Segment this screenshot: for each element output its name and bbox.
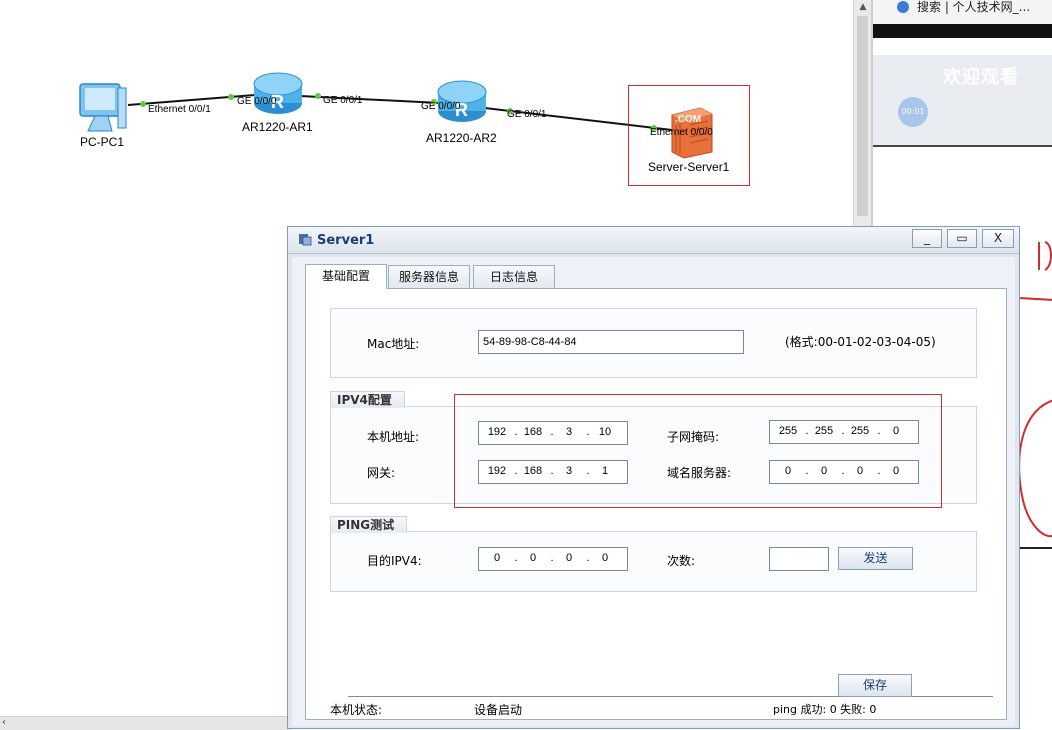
ip-octet: 0: [565, 552, 573, 564]
router-icon: R: [253, 72, 303, 114]
ip-octet: 0: [601, 552, 609, 564]
dialog-title: Server1: [317, 233, 375, 248]
device-label-ar1[interactable]: AR1220-AR1: [242, 120, 313, 134]
port-label-ar1-left: GE 0/0/0: [237, 96, 277, 107]
browser-tab-title: 搜索 | 个人技术网_...: [917, 0, 1031, 14]
close-button[interactable]: X: [982, 229, 1014, 248]
pc-monitor-icon: [79, 83, 127, 132]
status-label: 本机状态:: [330, 703, 383, 717]
device-label-ar2[interactable]: AR1220-AR2: [426, 131, 497, 145]
video-time-badge: 00:01: [898, 97, 928, 127]
ipv4-highlight-box: [454, 394, 942, 508]
link-dot: [228, 94, 234, 100]
link-dot: [140, 101, 146, 107]
tab-basic-config[interactable]: 基础配置: [305, 264, 387, 289]
dialog-titlebar[interactable]: Server1 _ ▭ X: [288, 227, 1019, 254]
vertical-scrollbar[interactable]: ▲: [853, 0, 872, 230]
ping-count-field[interactable]: [769, 547, 829, 571]
port-label-ar1-right: GE 0/0/1: [323, 95, 363, 106]
ping-legend: PING测试: [330, 516, 408, 533]
port-label-pc: Ethernet 0/0/1: [148, 104, 211, 115]
tab-log-info[interactable]: 日志信息: [473, 265, 555, 288]
port-label-ar2-right: GE 0/0/1: [507, 109, 547, 120]
horizontal-scrollbar[interactable]: ‹: [0, 716, 292, 730]
mac-label: Mac地址:: [367, 337, 420, 351]
video-panel[interactable]: 欢迎观看 00:01: [873, 55, 1052, 145]
ipv4-legend: IPV4配置: [330, 391, 405, 408]
link-dot: [315, 93, 321, 99]
mac-format-hint: (格式:00-01-02-03-04-05): [785, 335, 936, 349]
scroll-left-icon[interactable]: ‹: [2, 717, 6, 729]
gateway-label: 网关:: [367, 466, 396, 480]
scroll-thumb[interactable]: [857, 16, 868, 216]
ping-result: ping 成功: 0 失败: 0: [773, 703, 877, 716]
config-app-icon: [299, 234, 312, 246]
ip-octet: 0: [493, 552, 501, 564]
scroll-up-icon[interactable]: ▲: [854, 0, 872, 14]
ip-octet: 0: [529, 552, 537, 564]
ping-dest-label: 目的IPV4:: [367, 554, 422, 568]
local-ip-label: 本机地址:: [367, 430, 420, 444]
ping-dest-field[interactable]: 0 . 0 . 0 . 0: [478, 547, 628, 571]
port-label-ar2-left: GE 0/0/0: [421, 101, 461, 112]
status-value: 设备启动: [474, 703, 523, 717]
minimize-button[interactable]: _: [912, 229, 942, 248]
send-ping-button[interactable]: 发送: [838, 547, 913, 570]
device-label-pc[interactable]: PC-PC1: [80, 135, 124, 149]
video-divider: [873, 145, 1052, 147]
browser-toolbar: [873, 24, 1052, 38]
video-title: 欢迎观看: [943, 67, 1019, 88]
server-highlight-box: [628, 85, 750, 186]
mac-group: Mac地址: 54-89-98-C8-44-84 (格式:00-01-02-03…: [330, 308, 977, 378]
link-ar1-ar2: [299, 95, 441, 104]
maximize-button[interactable]: ▭: [947, 229, 977, 248]
browser-favicon-icon: [897, 1, 909, 13]
save-button[interactable]: 保存: [838, 674, 912, 697]
browser-tab[interactable]: 搜索 | 个人技术网_...: [873, 0, 1052, 24]
ping-group: PING测试 目的IPV4: 0 . 0 . 0 . 0 次数: 发送: [330, 516, 977, 592]
ping-count-label: 次数:: [667, 554, 696, 568]
tab-server-info[interactable]: 服务器信息: [388, 265, 470, 288]
mac-field[interactable]: 54-89-98-C8-44-84: [478, 330, 744, 354]
